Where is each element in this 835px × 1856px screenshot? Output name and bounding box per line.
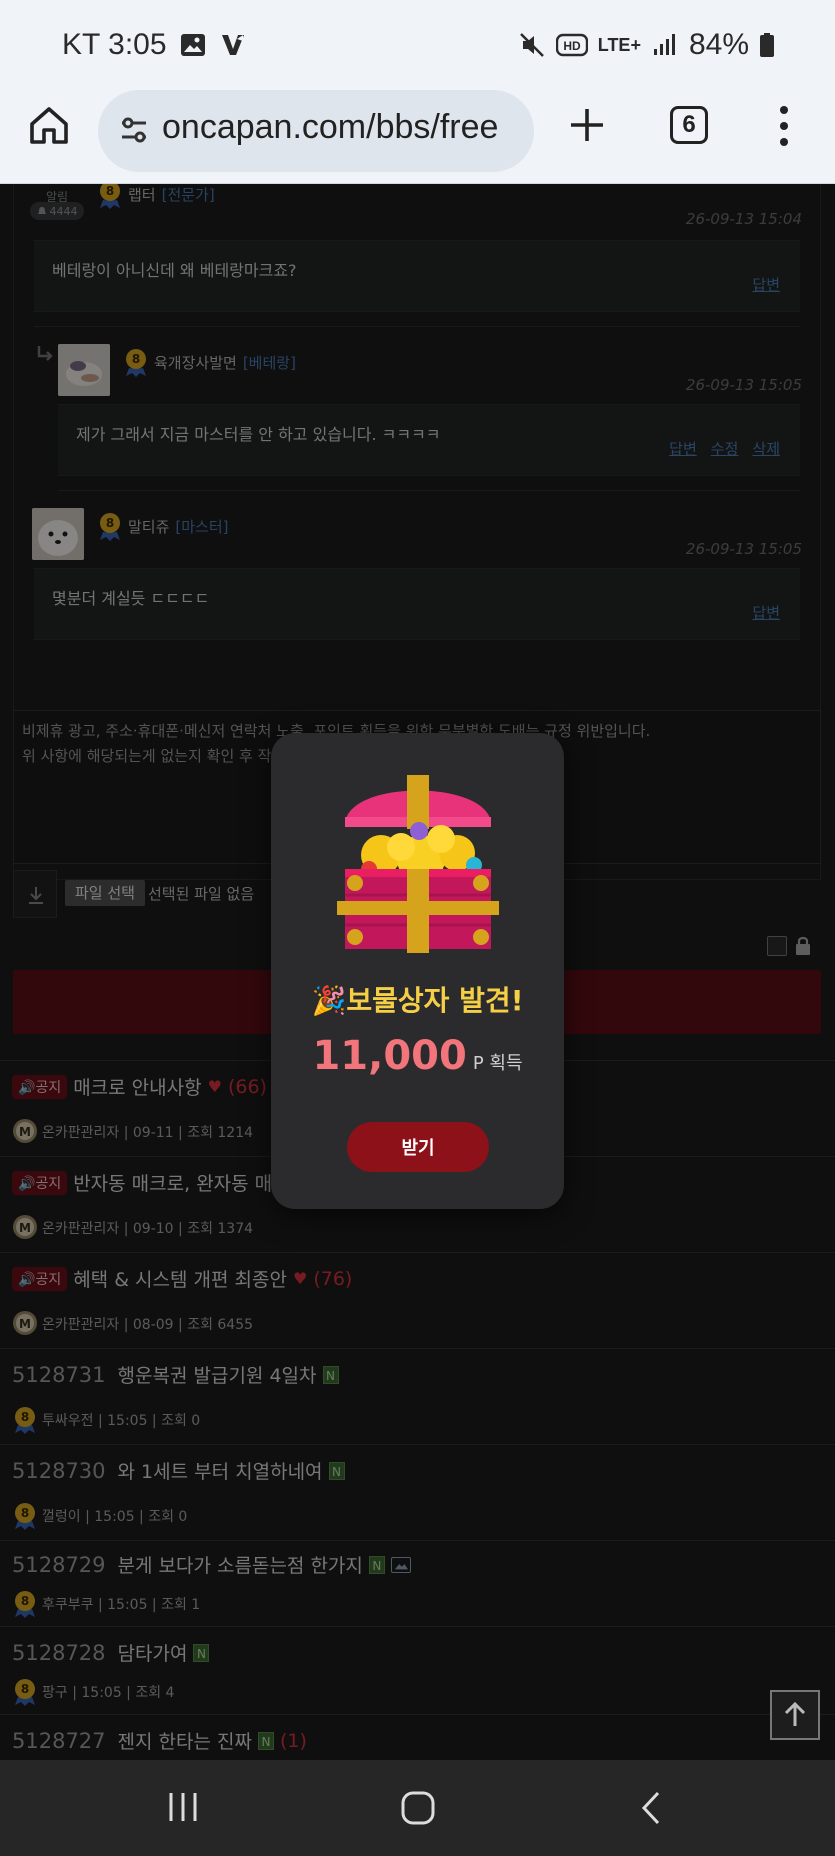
carrier-time: KT 3:05 [62,28,167,61]
scroll-top-button[interactable] [770,1690,820,1740]
tab-switcher-button[interactable]: 6 [670,106,708,144]
address-bar[interactable]: oncapan.com/bbs/free [98,90,534,172]
browser-toolbar: oncapan.com/bbs/free 6 [0,90,835,184]
gallery-icon [180,34,205,56]
reward-unit: P 획득 [472,1053,523,1074]
signal-icon [653,34,675,55]
site-settings-icon[interactable] [118,114,150,146]
modal-title: 🎉보물상자 발견! [311,984,524,1017]
v-app-icon [221,35,244,55]
svg-text:HD: HD [563,39,581,53]
recent-apps-icon[interactable] [166,1790,200,1824]
more-menu-icon[interactable] [776,104,792,148]
system-navigation-bar [0,1760,835,1856]
battery-icon [760,33,774,57]
battery-percent: 84% [688,28,749,61]
reward-amount: 11,000 P 획득 [271,1033,564,1079]
back-icon[interactable] [638,1790,664,1826]
claim-button[interactable]: 받기 [347,1122,489,1172]
mute-icon [519,33,544,57]
treasure-chest-modal: 🎉보물상자 발견! 11,000 P 획득 받기 [271,733,564,1209]
url-text[interactable]: oncapan.com/bbs/free [162,108,498,147]
hd-icon: HD [555,33,588,57]
arrow-up-icon [784,1701,806,1726]
new-tab-icon[interactable] [566,104,608,146]
network-type: LTE+ [597,34,641,55]
status-bar: KT 3:05 HD LTE+ 84% [0,0,835,90]
treasure-chest-icon [337,775,499,953]
home-icon[interactable] [28,104,70,146]
home-nav-icon[interactable] [400,1790,436,1826]
reward-points: 11,000 [312,1033,467,1079]
